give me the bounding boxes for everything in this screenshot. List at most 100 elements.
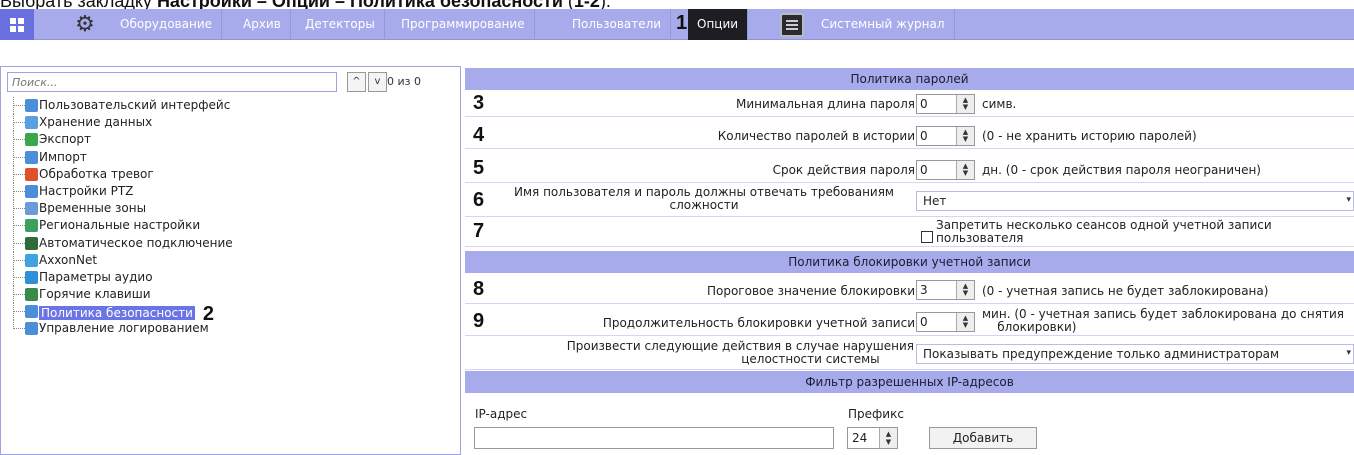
- threshold-row: 8 Пороговое значение блокировки 3 ▲ ▼ (0 …: [465, 276, 1354, 304]
- add-ip-button[interactable]: Добавить: [929, 427, 1037, 449]
- dropdown-arrow-icon: ▾: [1346, 195, 1351, 205]
- tree-connector: [13, 139, 25, 141]
- tree-item-label: AxxonNet: [39, 252, 98, 267]
- integrity-row: Произвести следующие действия в случае н…: [465, 338, 1354, 370]
- export-icon: [25, 133, 38, 147]
- tree-item-label: Политика безопасности: [39, 306, 195, 321]
- tab-system-journal[interactable]: Системный журнал: [812, 9, 955, 40]
- password-policy-header: Политика паролей: [465, 68, 1354, 90]
- tree-item[interactable]: Региональные настройки: [7, 217, 233, 235]
- prefix-label: Префикс: [848, 407, 904, 421]
- tab-options[interactable]: Опции: [688, 9, 749, 40]
- plug-icon: [25, 236, 38, 250]
- tree-item[interactable]: Временные зоны: [7, 200, 233, 218]
- min-length-row: 3 Минимальная длина пароля 0 ▲ ▼ симв.: [465, 91, 1354, 117]
- tree-item[interactable]: Экспорт: [7, 131, 233, 149]
- gear-icon[interactable]: ⚙: [66, 9, 104, 40]
- security-policy-panel: Политика паролей 3 Минимальная длина пар…: [465, 66, 1354, 455]
- marker-7: 7: [473, 220, 485, 242]
- min-length-hint: симв.: [982, 97, 1017, 111]
- marker-3: 3: [473, 92, 485, 114]
- marker-4: 4: [473, 124, 485, 146]
- tree-item[interactable]: Автоматическое подключение: [7, 234, 233, 252]
- expiry-value: 0: [920, 163, 928, 177]
- tree-item[interactable]: Политика безопасности 2: [7, 303, 233, 324]
- tab-equipment[interactable]: Оборудование: [111, 9, 222, 40]
- sessions-row: 7 Запретить несколько сеансов одной учет…: [465, 219, 1354, 247]
- tree-item[interactable]: Управление логированием: [7, 320, 233, 337]
- threshold-spinner[interactable]: 3 ▲ ▼: [916, 280, 975, 300]
- spinner-arrows-icon[interactable]: ▲ ▼: [956, 127, 974, 145]
- prefix-value: 24: [852, 431, 868, 445]
- spinner-arrows-icon[interactable]: ▲ ▼: [956, 161, 974, 179]
- min-length-spinner[interactable]: 0 ▲ ▼: [916, 94, 975, 114]
- tree-connector: [13, 122, 25, 124]
- search-input[interactable]: [7, 72, 337, 92]
- home-grid-icon[interactable]: [0, 9, 34, 40]
- journal-icon[interactable]: [780, 13, 804, 37]
- integrity-select[interactable]: Показывать предупреждение только админис…: [916, 344, 1354, 364]
- history-value: 0: [920, 129, 928, 143]
- expiry-spinner[interactable]: 0 ▲ ▼: [916, 160, 975, 180]
- monitor-icon: [25, 99, 38, 112]
- tree-connector: [13, 311, 25, 313]
- settings-tree: Пользовательский интерфейс Хранение данны…: [7, 97, 233, 338]
- single-session-checkbox[interactable]: [921, 231, 933, 243]
- tree-connector: [13, 156, 25, 158]
- tree-item-label: Автоматическое подключение: [39, 235, 233, 250]
- tree-connector: [13, 276, 25, 278]
- globe-icon: [25, 219, 38, 233]
- threshold-label: Пороговое значение блокировки: [706, 284, 915, 298]
- audio-icon: [25, 270, 38, 284]
- tree-item[interactable]: Хранение данных: [7, 114, 233, 132]
- history-label: Количество паролей в истории: [717, 129, 915, 143]
- spinner-arrows-icon[interactable]: ▲ ▼: [879, 428, 897, 448]
- tree-connector: [13, 105, 25, 106]
- search-next-button[interactable]: v: [368, 72, 387, 92]
- marker-6: 6: [473, 189, 485, 211]
- ip-address-label: IP-адрес: [475, 407, 528, 421]
- tab-archive[interactable]: Архив: [234, 9, 291, 40]
- prefix-spinner[interactable]: 24 ▲ ▼: [847, 427, 898, 449]
- tree-item[interactable]: Горячие клавиши: [7, 286, 233, 304]
- clock-icon: [25, 202, 38, 216]
- settings-tree-panel: ^ v 0 из 0 Пользовательский интерфейс Хра…: [0, 66, 461, 455]
- tree-item-label: Временные зоны: [39, 201, 147, 216]
- sessions-hint: Запретить несколько сеансов одной учетно…: [936, 218, 1272, 245]
- import-icon: [25, 150, 38, 164]
- tree-item[interactable]: Параметры аудио: [7, 268, 233, 286]
- tree-item[interactable]: Пользовательский интерфейс: [7, 97, 233, 114]
- marker-9: 9: [473, 310, 485, 332]
- tree-item-label: Региональные настройки: [39, 218, 201, 233]
- tree-item[interactable]: Импорт: [7, 148, 233, 166]
- tree-connector: [13, 225, 25, 227]
- tree-connector: [13, 190, 25, 192]
- min-length-value: 0: [920, 97, 928, 111]
- spinner-arrows-icon[interactable]: ▲ ▼: [956, 313, 974, 331]
- tree-item[interactable]: Обработка тревог: [7, 165, 233, 183]
- tab-programming[interactable]: Программирование: [392, 9, 535, 40]
- tree-item-label: Хранение данных: [39, 115, 153, 130]
- threshold-hint: (0 - учетная запись не будет заблокирова…: [982, 284, 1269, 298]
- dropdown-arrow-icon: ▾: [1346, 348, 1351, 358]
- complexity-value: Нет: [923, 194, 947, 208]
- complexity-row: 6 Имя пользователя и пароль должны отвеч…: [465, 185, 1354, 217]
- threshold-value: 3: [920, 283, 928, 297]
- spinner-arrows-icon[interactable]: ▲ ▼: [956, 281, 974, 299]
- tab-detectors[interactable]: Детекторы: [296, 9, 385, 40]
- tab-users[interactable]: Пользователи: [563, 9, 672, 40]
- ip-filter-area: IP-адрес Префикс 24 ▲ ▼ Добавить: [465, 402, 1354, 455]
- tree-item-label: Настройки PTZ: [39, 183, 134, 198]
- tree-item[interactable]: AxxonNet: [7, 251, 233, 269]
- spinner-arrows-icon[interactable]: ▲ ▼: [956, 95, 974, 113]
- tree-item-label: Параметры аудио: [39, 269, 153, 284]
- tree-item[interactable]: Настройки PTZ: [7, 182, 233, 200]
- tree-item-label: Экспорт: [39, 132, 92, 147]
- complexity-select[interactable]: Нет ▾: [916, 191, 1354, 211]
- search-prev-button[interactable]: ^: [347, 72, 366, 92]
- ip-filter-header: Фильтр разрешенных IP-адресов: [465, 371, 1354, 393]
- ip-address-input[interactable]: [474, 427, 834, 449]
- duration-spinner[interactable]: 0 ▲ ▼: [916, 312, 975, 332]
- history-spinner[interactable]: 0 ▲ ▼: [916, 126, 975, 146]
- ptz-icon: [25, 184, 38, 198]
